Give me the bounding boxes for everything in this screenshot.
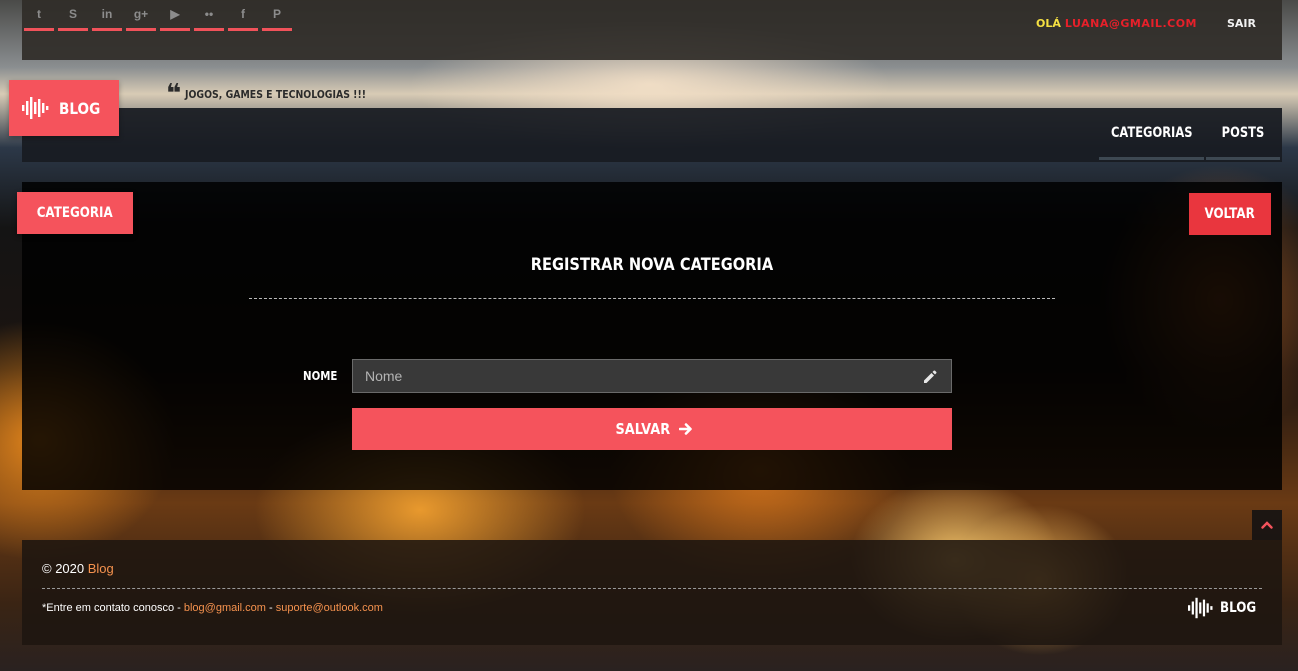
twitter-icon[interactable]: t <box>24 0 54 31</box>
tagline-text: JOGOS, GAMES E TECNOLOGIAS !!! <box>185 87 367 101</box>
google-plus-glyph: g+ <box>133 7 149 21</box>
contact-separator: - <box>269 602 273 614</box>
youtube-glyph: ▶ <box>170 7 180 21</box>
social-links: t S in g+ ▶ •• f P <box>24 0 292 31</box>
copyright-link[interactable]: Blog <box>88 561 114 576</box>
main-nav: CATEGORIAS POSTS <box>22 108 1282 162</box>
back-button-label: VOLTAR <box>1204 206 1256 222</box>
contact-prefix: *Entre em contato conosco - <box>42 602 181 614</box>
form-title-text: REGISTRAR NOVA CATEGORIA <box>530 255 774 275</box>
tagline: ❝ JOGOS, GAMES E TECNOLOGIAS !!! <box>166 79 398 109</box>
back-button[interactable]: VOLTAR <box>1189 193 1271 235</box>
pencil-icon <box>924 370 937 383</box>
arrow-right-icon <box>679 422 693 436</box>
top-bar: t S in g+ ▶ •• f P OLÁ LUANA@GMAIL.COM S… <box>22 0 1282 60</box>
nav-categorias[interactable]: CATEGORIAS <box>1099 108 1204 160</box>
user-area: OLÁ LUANA@GMAIL.COM SAIR <box>1036 17 1256 30</box>
footer-brand[interactable]: BLOG <box>1187 597 1263 619</box>
name-input[interactable] <box>353 360 951 392</box>
name-field-wrapper <box>352 359 952 393</box>
scroll-top-button[interactable] <box>1252 510 1282 540</box>
save-button-label: SALVAR <box>615 420 670 438</box>
linkedin-glyph: in <box>101 7 113 21</box>
pinterest-glyph: P <box>272 7 281 21</box>
copyright: © 2020 Blog <box>42 561 114 576</box>
email-link-support[interactable]: suporte@outlook.com <box>276 602 383 614</box>
pinterest-icon[interactable]: P <box>262 0 292 31</box>
nav-categorias-label: CATEGORIAS <box>1110 124 1193 141</box>
quote-icon: ❝ <box>166 79 182 109</box>
nav-posts-label: POSTS <box>1221 124 1265 141</box>
form-title: REGISTRAR NOVA CATEGORIA <box>249 255 1055 275</box>
skype-glyph: S <box>68 7 77 21</box>
twitter-glyph: t <box>37 7 41 21</box>
email-link-blog[interactable]: blog@gmail.com <box>184 602 266 614</box>
skype-icon[interactable]: S <box>58 0 88 31</box>
linkedin-icon[interactable]: in <box>92 0 122 31</box>
title-divider <box>249 298 1055 299</box>
contact-line: *Entre em contato conosco - blog@gmail.c… <box>42 602 383 614</box>
soundwave-icon <box>1187 597 1213 619</box>
footer-brand-text: BLOG <box>1219 600 1256 616</box>
name-field-label: NOME <box>300 369 340 383</box>
greeting-label: OLÁ <box>1036 17 1061 30</box>
flickr-icon[interactable]: •• <box>194 0 224 31</box>
footer: © 2020 Blog *Entre em contato conosco - … <box>22 540 1282 645</box>
facebook-glyph: f <box>241 7 245 21</box>
facebook-icon[interactable]: f <box>228 0 258 31</box>
user-email[interactable]: LUANA@GMAIL.COM <box>1065 17 1197 30</box>
save-button[interactable]: SALVAR <box>352 408 952 450</box>
section-label-text: CATEGORIA <box>37 205 113 221</box>
section-label: CATEGORIA <box>17 192 133 234</box>
soundwave-icon <box>22 97 49 119</box>
flickr-glyph: •• <box>204 7 214 21</box>
brand-text: BLOG <box>59 98 101 118</box>
google-plus-icon[interactable]: g+ <box>126 0 156 31</box>
youtube-icon[interactable]: ▶ <box>160 0 190 31</box>
chevron-up-icon <box>1261 521 1273 529</box>
brand-logo[interactable]: BLOG <box>9 80 119 136</box>
name-field-label-text: NOME <box>303 369 338 383</box>
footer-divider <box>42 588 1262 589</box>
copyright-prefix: © 2020 <box>42 561 85 576</box>
logout-link[interactable]: SAIR <box>1227 17 1256 30</box>
nav-posts[interactable]: POSTS <box>1206 108 1280 160</box>
